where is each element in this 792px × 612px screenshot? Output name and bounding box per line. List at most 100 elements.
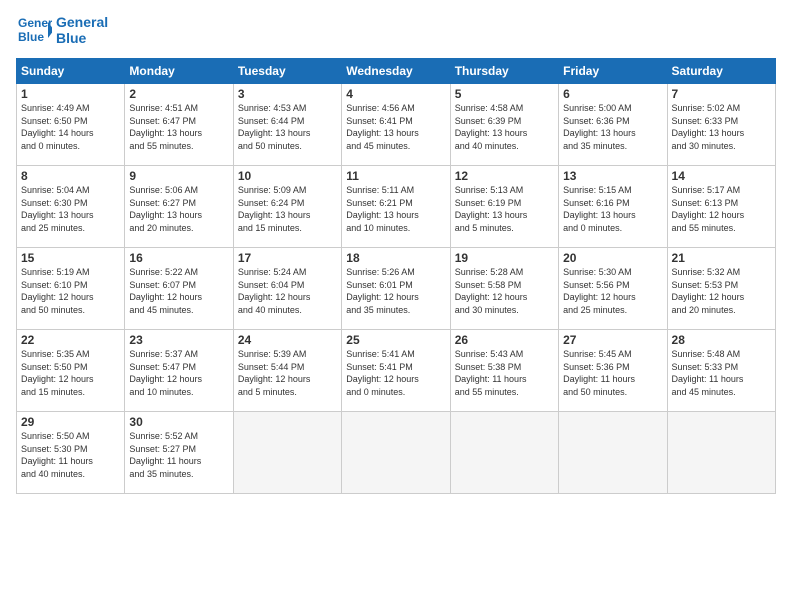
day-number: 28 (672, 333, 771, 347)
calendar-cell: 11Sunrise: 5:11 AMSunset: 6:21 PMDayligh… (342, 166, 450, 248)
day-number: 16 (129, 251, 228, 265)
day-info: Sunrise: 4:53 AMSunset: 6:44 PMDaylight:… (238, 102, 337, 152)
day-number: 8 (21, 169, 120, 183)
calendar-cell: 28Sunrise: 5:48 AMSunset: 5:33 PMDayligh… (667, 330, 775, 412)
calendar-cell: 5Sunrise: 4:58 AMSunset: 6:39 PMDaylight… (450, 84, 558, 166)
calendar-cell: 13Sunrise: 5:15 AMSunset: 6:16 PMDayligh… (559, 166, 667, 248)
weekday-wednesday: Wednesday (342, 59, 450, 84)
day-info: Sunrise: 4:58 AMSunset: 6:39 PMDaylight:… (455, 102, 554, 152)
day-info: Sunrise: 4:49 AMSunset: 6:50 PMDaylight:… (21, 102, 120, 152)
day-number: 7 (672, 87, 771, 101)
day-number: 27 (563, 333, 662, 347)
day-info: Sunrise: 5:50 AMSunset: 5:30 PMDaylight:… (21, 430, 120, 480)
day-number: 23 (129, 333, 228, 347)
weekday-thursday: Thursday (450, 59, 558, 84)
calendar-cell: 15Sunrise: 5:19 AMSunset: 6:10 PMDayligh… (17, 248, 125, 330)
calendar-cell: 22Sunrise: 5:35 AMSunset: 5:50 PMDayligh… (17, 330, 125, 412)
day-number: 29 (21, 415, 120, 429)
weekday-tuesday: Tuesday (233, 59, 341, 84)
calendar-cell: 21Sunrise: 5:32 AMSunset: 5:53 PMDayligh… (667, 248, 775, 330)
day-number: 11 (346, 169, 445, 183)
calendar-cell: 20Sunrise: 5:30 AMSunset: 5:56 PMDayligh… (559, 248, 667, 330)
day-info: Sunrise: 5:26 AMSunset: 6:01 PMDaylight:… (346, 266, 445, 316)
day-number: 5 (455, 87, 554, 101)
day-number: 24 (238, 333, 337, 347)
calendar-cell: 10Sunrise: 5:09 AMSunset: 6:24 PMDayligh… (233, 166, 341, 248)
day-info: Sunrise: 5:11 AMSunset: 6:21 PMDaylight:… (346, 184, 445, 234)
week-row-5: 29Sunrise: 5:50 AMSunset: 5:30 PMDayligh… (17, 412, 776, 494)
calendar-cell (450, 412, 558, 494)
calendar-cell: 26Sunrise: 5:43 AMSunset: 5:38 PMDayligh… (450, 330, 558, 412)
day-info: Sunrise: 5:37 AMSunset: 5:47 PMDaylight:… (129, 348, 228, 398)
calendar-cell: 4Sunrise: 4:56 AMSunset: 6:41 PMDaylight… (342, 84, 450, 166)
day-number: 25 (346, 333, 445, 347)
calendar-cell: 29Sunrise: 5:50 AMSunset: 5:30 PMDayligh… (17, 412, 125, 494)
day-number: 3 (238, 87, 337, 101)
weekday-sunday: Sunday (17, 59, 125, 84)
calendar-cell (342, 412, 450, 494)
day-number: 10 (238, 169, 337, 183)
day-info: Sunrise: 5:04 AMSunset: 6:30 PMDaylight:… (21, 184, 120, 234)
weekday-monday: Monday (125, 59, 233, 84)
calendar-body: 1Sunrise: 4:49 AMSunset: 6:50 PMDaylight… (17, 84, 776, 494)
day-info: Sunrise: 5:43 AMSunset: 5:38 PMDaylight:… (455, 348, 554, 398)
calendar-cell: 1Sunrise: 4:49 AMSunset: 6:50 PMDaylight… (17, 84, 125, 166)
day-info: Sunrise: 5:19 AMSunset: 6:10 PMDaylight:… (21, 266, 120, 316)
calendar-cell: 16Sunrise: 5:22 AMSunset: 6:07 PMDayligh… (125, 248, 233, 330)
calendar-cell: 17Sunrise: 5:24 AMSunset: 6:04 PMDayligh… (233, 248, 341, 330)
calendar-cell: 27Sunrise: 5:45 AMSunset: 5:36 PMDayligh… (559, 330, 667, 412)
day-number: 17 (238, 251, 337, 265)
weekday-header-row: SundayMondayTuesdayWednesdayThursdayFrid… (17, 59, 776, 84)
day-number: 18 (346, 251, 445, 265)
day-number: 30 (129, 415, 228, 429)
calendar-cell (559, 412, 667, 494)
header: General Blue General Blue (16, 12, 776, 48)
day-info: Sunrise: 5:30 AMSunset: 5:56 PMDaylight:… (563, 266, 662, 316)
day-info: Sunrise: 5:52 AMSunset: 5:27 PMDaylight:… (129, 430, 228, 480)
calendar-cell: 3Sunrise: 4:53 AMSunset: 6:44 PMDaylight… (233, 84, 341, 166)
day-number: 26 (455, 333, 554, 347)
day-info: Sunrise: 4:51 AMSunset: 6:47 PMDaylight:… (129, 102, 228, 152)
day-number: 15 (21, 251, 120, 265)
day-number: 2 (129, 87, 228, 101)
day-info: Sunrise: 5:15 AMSunset: 6:16 PMDaylight:… (563, 184, 662, 234)
day-number: 4 (346, 87, 445, 101)
day-info: Sunrise: 5:39 AMSunset: 5:44 PMDaylight:… (238, 348, 337, 398)
page: General Blue General Blue SundayMondayTu… (0, 0, 792, 612)
day-info: Sunrise: 5:09 AMSunset: 6:24 PMDaylight:… (238, 184, 337, 234)
calendar-cell: 8Sunrise: 5:04 AMSunset: 6:30 PMDaylight… (17, 166, 125, 248)
day-info: Sunrise: 5:45 AMSunset: 5:36 PMDaylight:… (563, 348, 662, 398)
calendar-cell: 6Sunrise: 5:00 AMSunset: 6:36 PMDaylight… (559, 84, 667, 166)
day-number: 1 (21, 87, 120, 101)
day-info: Sunrise: 5:32 AMSunset: 5:53 PMDaylight:… (672, 266, 771, 316)
calendar-table: SundayMondayTuesdayWednesdayThursdayFrid… (16, 58, 776, 494)
calendar-cell: 9Sunrise: 5:06 AMSunset: 6:27 PMDaylight… (125, 166, 233, 248)
calendar-cell (233, 412, 341, 494)
weekday-saturday: Saturday (667, 59, 775, 84)
day-number: 19 (455, 251, 554, 265)
day-number: 22 (21, 333, 120, 347)
week-row-1: 1Sunrise: 4:49 AMSunset: 6:50 PMDaylight… (17, 84, 776, 166)
day-info: Sunrise: 5:00 AMSunset: 6:36 PMDaylight:… (563, 102, 662, 152)
day-number: 9 (129, 169, 228, 183)
day-number: 21 (672, 251, 771, 265)
day-info: Sunrise: 5:28 AMSunset: 5:58 PMDaylight:… (455, 266, 554, 316)
logo: General Blue General Blue (16, 12, 108, 48)
day-number: 12 (455, 169, 554, 183)
day-number: 20 (563, 251, 662, 265)
week-row-2: 8Sunrise: 5:04 AMSunset: 6:30 PMDaylight… (17, 166, 776, 248)
day-info: Sunrise: 5:22 AMSunset: 6:07 PMDaylight:… (129, 266, 228, 316)
day-info: Sunrise: 5:41 AMSunset: 5:41 PMDaylight:… (346, 348, 445, 398)
week-row-3: 15Sunrise: 5:19 AMSunset: 6:10 PMDayligh… (17, 248, 776, 330)
calendar-cell: 25Sunrise: 5:41 AMSunset: 5:41 PMDayligh… (342, 330, 450, 412)
svg-text:Blue: Blue (18, 30, 44, 44)
svg-text:General: General (18, 16, 52, 30)
week-row-4: 22Sunrise: 5:35 AMSunset: 5:50 PMDayligh… (17, 330, 776, 412)
calendar-cell: 14Sunrise: 5:17 AMSunset: 6:13 PMDayligh… (667, 166, 775, 248)
calendar-cell: 2Sunrise: 4:51 AMSunset: 6:47 PMDaylight… (125, 84, 233, 166)
day-info: Sunrise: 5:48 AMSunset: 5:33 PMDaylight:… (672, 348, 771, 398)
day-info: Sunrise: 4:56 AMSunset: 6:41 PMDaylight:… (346, 102, 445, 152)
day-number: 13 (563, 169, 662, 183)
logo-svg: General Blue (16, 12, 52, 48)
calendar-cell: 30Sunrise: 5:52 AMSunset: 5:27 PMDayligh… (125, 412, 233, 494)
